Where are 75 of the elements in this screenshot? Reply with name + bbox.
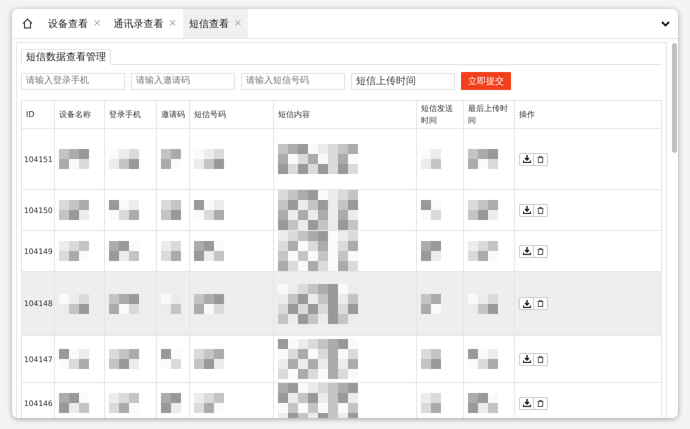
tab[interactable]: 短信查看 × [182,9,248,38]
trash-icon [537,248,544,254]
download-button[interactable] [520,204,533,216]
redacted-mosaic [468,200,498,220]
redacted-mosaic [161,294,181,314]
redacted-mosaic [468,349,498,369]
column-header: 邀请码 [156,100,190,128]
redacted-mosaic [468,149,498,169]
redacted-mosaic [59,393,89,413]
column-header: 设备名称 [54,100,104,128]
download-icon [522,300,530,308]
download-icon [522,155,530,163]
tab[interactable]: 设备查看 × [42,9,108,38]
column-header: 短信内容 [274,100,416,128]
column-header: 短信号码 [190,100,274,128]
redacted-mosaic [421,149,441,169]
download-button[interactable] [520,354,533,364]
redacted-mosaic [421,241,441,261]
redacted-mosaic [161,349,181,369]
column-header: ID [22,100,54,128]
download-icon [522,399,530,407]
redacted-mosaic [161,200,181,220]
redacted-mosaic [109,393,139,413]
redacted-mosaic [109,200,139,220]
column-header: 登录手机 [104,100,156,128]
trash-icon [537,400,544,406]
scrollbar[interactable] [671,39,678,418]
redacted-mosaic [421,200,441,220]
trash-icon [537,300,544,307]
redacted-mosaic [59,149,89,169]
redacted-mosaic [421,393,441,413]
redacted-mosaic [109,349,139,369]
download-icon [522,355,530,363]
panel-tab[interactable]: 短信数据查看管理 [21,49,111,65]
redacted-mosaic [194,349,224,369]
redacted-mosaic [109,294,139,314]
column-header: 操作 [514,100,662,128]
redacted-mosaic [468,241,498,261]
redacted-mosaic [194,393,224,413]
redacted-mosaic [161,241,181,261]
redacted-mosaic [468,393,498,413]
download-icon [522,247,530,255]
chevron-down-icon[interactable] [660,20,670,26]
redacted-mosaic [194,294,224,314]
download-icon [522,206,530,214]
redacted-mosaic [161,393,181,413]
tab[interactable]: 通讯录查看 × [107,9,183,38]
date-field[interactable]: 短信上传时间 [351,72,455,90]
redacted-mosaic [194,200,224,220]
redacted-mosaic [421,294,441,314]
input-field[interactable]: 请输入登录手机 [21,72,125,90]
redacted-mosaic [468,294,498,314]
redacted-mosaic [59,294,89,314]
trash-icon [537,356,544,362]
redacted-mosaic [109,149,139,169]
submit-button[interactable]: 立即提交 [461,72,511,90]
trash-icon [537,156,544,162]
redacted-mosaic [194,149,224,169]
redacted-mosaic [59,349,89,369]
download-button[interactable] [520,246,533,256]
download-button[interactable] [520,298,533,309]
redacted-mosaic [161,149,181,169]
redacted-mosaic [59,241,89,261]
home-icon[interactable] [22,18,32,29]
trash-icon [537,206,544,214]
input-field[interactable]: 请输入短信号码 [241,72,345,90]
redacted-mosaic [59,200,89,220]
redacted-mosaic [194,241,224,261]
redacted-mosaic [109,241,139,261]
redacted-mosaic [421,349,441,369]
column-header: 短信发送时间 [416,100,464,128]
download-button[interactable] [520,154,533,164]
column-header: 最后上传时间 [464,100,514,128]
download-button[interactable] [520,398,533,408]
input-field[interactable]: 请输入邀请码 [131,72,235,90]
